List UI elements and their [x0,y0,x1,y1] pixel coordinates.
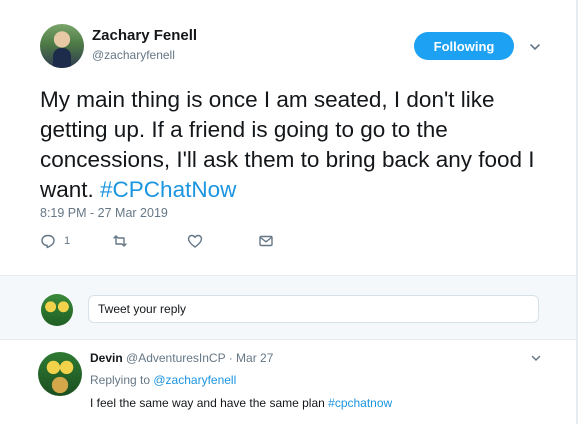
reply-text: I feel the same way and have the same pl… [90,396,392,410]
current-user-avatar [41,294,73,326]
retweet-icon [113,235,127,247]
replying-prefix: Replying to [90,373,154,387]
reply-action[interactable]: 1 [40,233,70,249]
reply-body: I feel the same way and have the same pl… [90,396,329,410]
reply-author-avatar[interactable] [38,352,82,396]
chevron-down-icon[interactable] [528,40,542,54]
reply-author-name[interactable]: Devin [90,351,123,365]
reply-count: 1 [64,235,71,247]
tweet-card: Zachary Fenell @zacharyfenell Following … [0,0,578,275]
retweet-action[interactable] [112,233,128,249]
author-name[interactable]: Zachary Fenell [92,27,197,44]
envelope-icon [259,235,273,247]
tweet-text: My main thing is once I am seated, I don… [40,85,550,205]
heart-icon [187,234,203,248]
replying-to-link[interactable]: @zacharyfenell [153,373,236,387]
hashtag-link[interactable]: #CPChatNow [100,177,236,202]
like-action[interactable] [187,233,203,249]
reply-input[interactable]: Tweet your reply [88,295,539,323]
following-button[interactable]: Following [414,32,514,60]
reply-author-meta[interactable]: @AdventuresInCP · Mar 27 [123,351,273,365]
reply-header: Devin @AdventuresInCP · Mar 27 [90,351,273,365]
reply-hashtag-link[interactable]: #cpchatnow [328,396,392,410]
author-avatar[interactable] [40,24,84,68]
author-handle[interactable]: @zacharyfenell [92,48,175,62]
chevron-down-icon[interactable] [530,352,542,364]
reply-tweet[interactable] [0,340,578,424]
replying-to: Replying to @zacharyfenell [90,373,236,387]
tweet-timestamp[interactable]: 8:19 PM - 27 Mar 2019 [40,206,168,220]
reply-icon [41,234,55,249]
message-action[interactable] [258,233,274,249]
tweet-actions: 1 [40,233,300,253]
